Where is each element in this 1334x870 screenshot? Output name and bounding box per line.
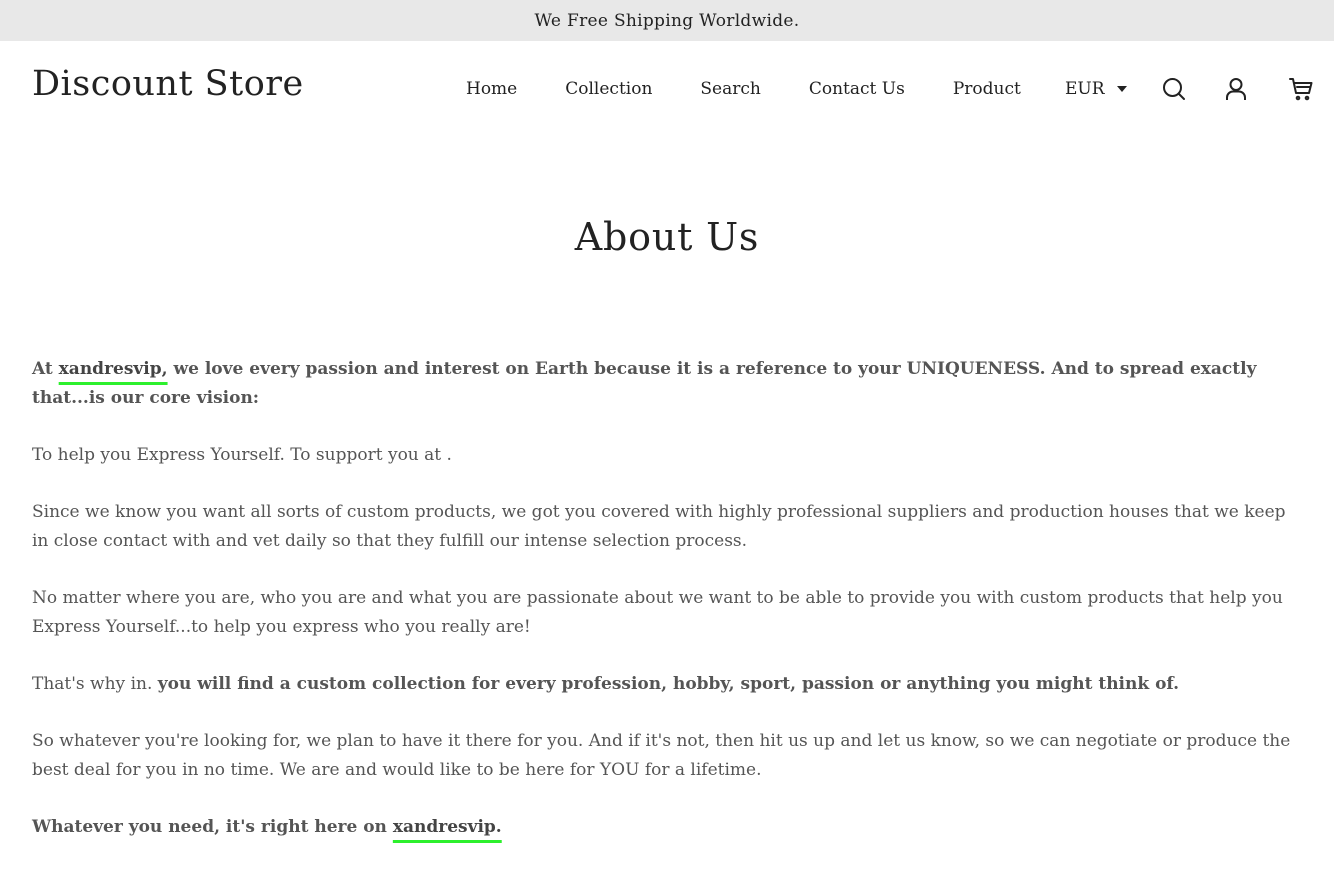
nav-home[interactable]: Home bbox=[466, 79, 517, 99]
nav-search[interactable]: Search bbox=[700, 79, 760, 99]
passion-paragraph: No matter where you are, who you are and… bbox=[32, 588, 1283, 637]
lifetime-paragraph: So whatever you're looking for, we plan … bbox=[32, 731, 1291, 780]
nav-contact-us[interactable]: Contact Us bbox=[809, 79, 905, 99]
mission-paragraph: To help you Express Yourself. To support… bbox=[32, 445, 452, 465]
main-nav: Home Collection Search Contact Us Produc… bbox=[466, 79, 1069, 99]
intro-paragraph: At xandresvip, we love every passion and… bbox=[32, 355, 1307, 413]
announcement-bar: We Free Shipping Worldwide. bbox=[0, 0, 1334, 41]
closing-paragraph: Whatever you need, it's right here on xa… bbox=[32, 813, 1307, 842]
suppliers-paragraph: Since we know you want all sorts of cust… bbox=[32, 502, 1286, 551]
closing-prefix: Whatever you need, it's right here on bbox=[32, 817, 393, 837]
search-icon[interactable] bbox=[1161, 76, 1187, 102]
nav-product[interactable]: Product bbox=[953, 79, 1021, 99]
collection-bold-text: you will find a custom collection for ev… bbox=[157, 674, 1180, 694]
collection-paragraph: That's why in. you will find a custom co… bbox=[32, 670, 1307, 699]
currency-label: EUR bbox=[1065, 79, 1105, 99]
account-icon[interactable] bbox=[1223, 76, 1249, 102]
page-title: About Us bbox=[574, 215, 760, 259]
brand-link[interactable]: xandresvip, bbox=[59, 359, 168, 379]
intro-prefix: At bbox=[32, 359, 59, 379]
brand-link-closing[interactable]: xandresvip. bbox=[393, 817, 502, 837]
announcement-text: We Free Shipping Worldwide. bbox=[534, 10, 800, 31]
about-content: At xandresvip, we love every passion and… bbox=[32, 355, 1307, 870]
site-header: Discount Store Home Collection Search Co… bbox=[0, 41, 1334, 137]
currency-selector[interactable]: EUR bbox=[1065, 79, 1127, 99]
intro-text: we love every passion and interest on Ea… bbox=[32, 359, 1257, 408]
collection-prefix: That's why in. bbox=[32, 674, 158, 694]
store-logo[interactable]: Discount Store bbox=[32, 67, 304, 102]
nav-collection[interactable]: Collection bbox=[565, 79, 652, 99]
caret-down-icon bbox=[1116, 86, 1127, 92]
cart-icon[interactable] bbox=[1288, 76, 1314, 102]
